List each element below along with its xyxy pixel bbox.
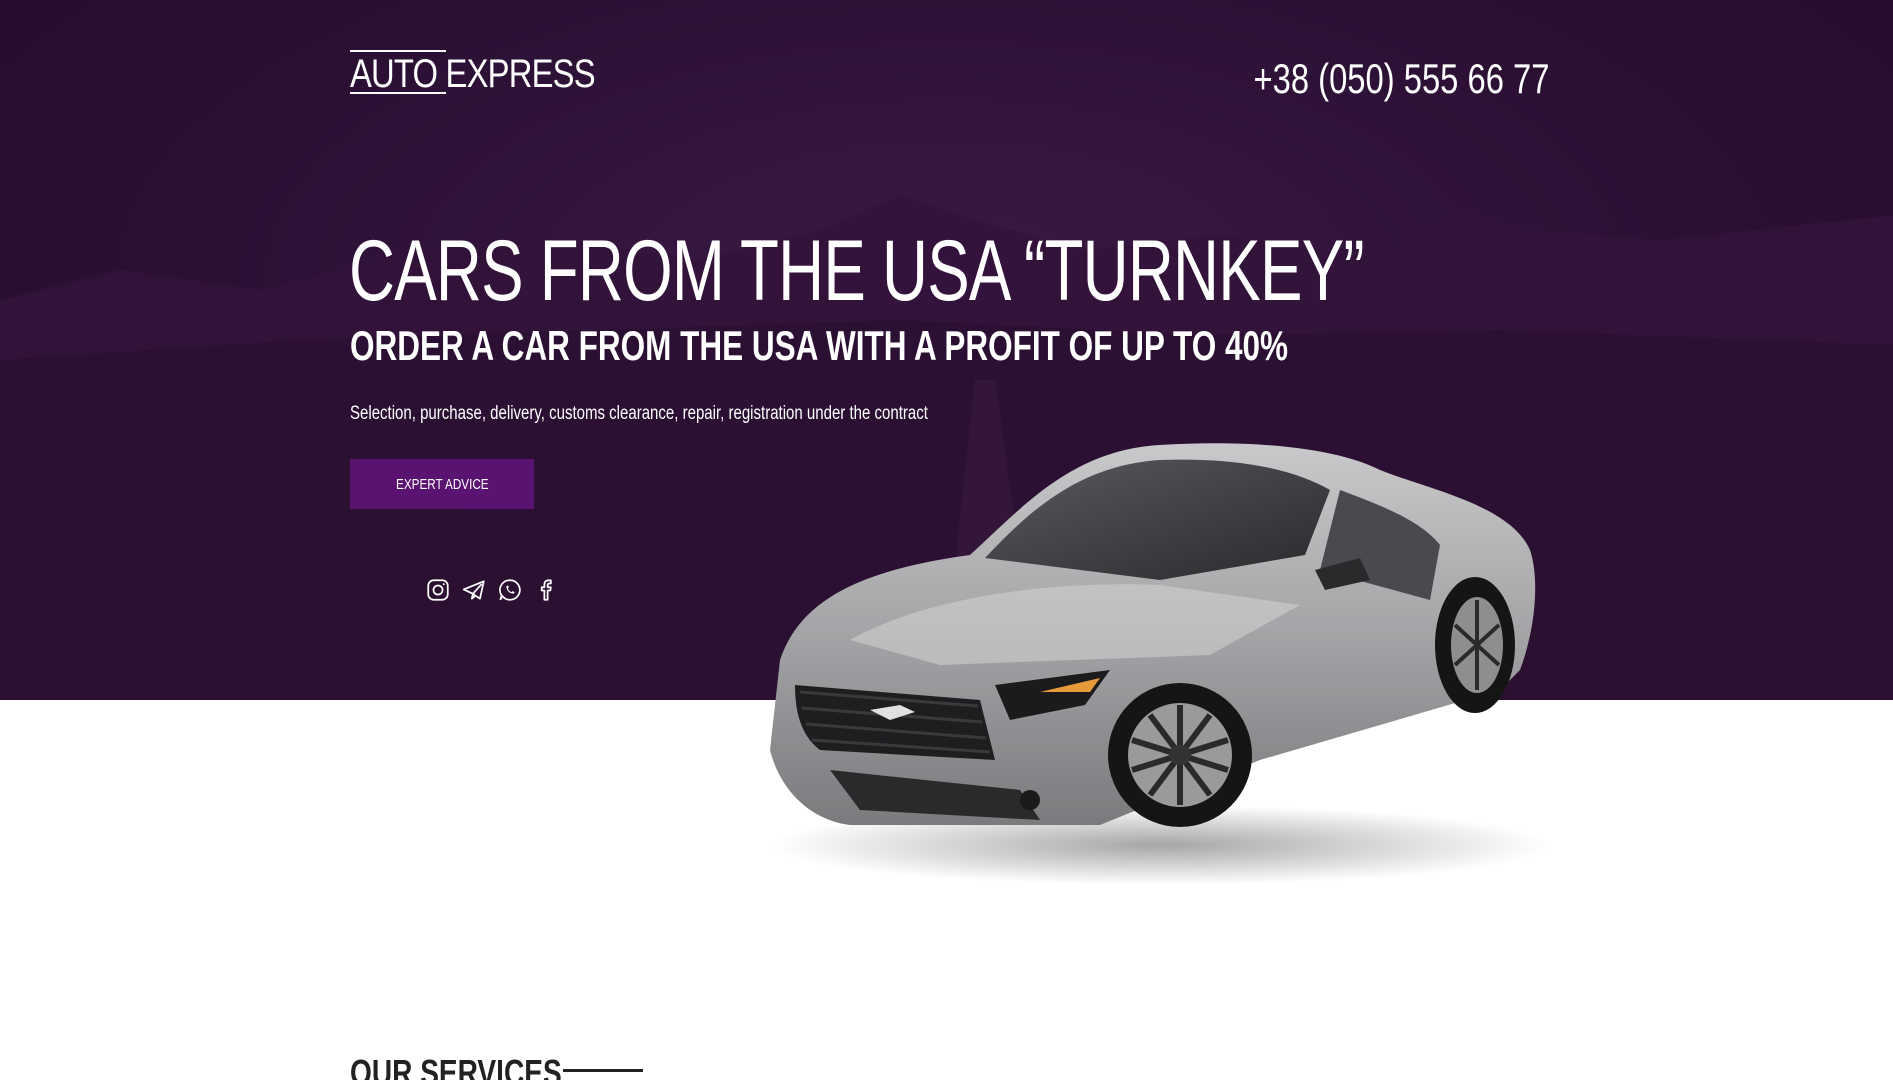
whatsapp-icon[interactable] bbox=[496, 576, 524, 604]
hero-subheadline: ORDER A CAR FROM THE USA WITH A PROFIT O… bbox=[350, 322, 1289, 369]
site-logo[interactable]: AUTO EXPRESS bbox=[350, 52, 596, 97]
logo-express-text: EXPRESS bbox=[445, 52, 596, 96]
hero-headline: CARS FROM THE USA “TURNKEY” bbox=[349, 223, 1365, 319]
instagram-icon[interactable] bbox=[424, 576, 452, 604]
services-section-title: OUR SERVICES bbox=[350, 1052, 562, 1080]
telegram-icon[interactable] bbox=[460, 576, 488, 604]
expert-advice-button[interactable]: EXPERT ADVICE bbox=[350, 459, 534, 509]
logo-auto-text: AUTO bbox=[350, 52, 446, 96]
facebook-icon[interactable] bbox=[532, 576, 560, 604]
social-links bbox=[424, 576, 560, 604]
expert-advice-label: EXPERT ADVICE bbox=[395, 475, 489, 493]
car-image bbox=[770, 443, 1550, 885]
hero-description: Selection, purchase, delivery, customs c… bbox=[350, 403, 928, 424]
phone-number-link[interactable]: +38 (050) 555 66 77 bbox=[1253, 55, 1549, 103]
services-title-divider bbox=[563, 1069, 643, 1072]
